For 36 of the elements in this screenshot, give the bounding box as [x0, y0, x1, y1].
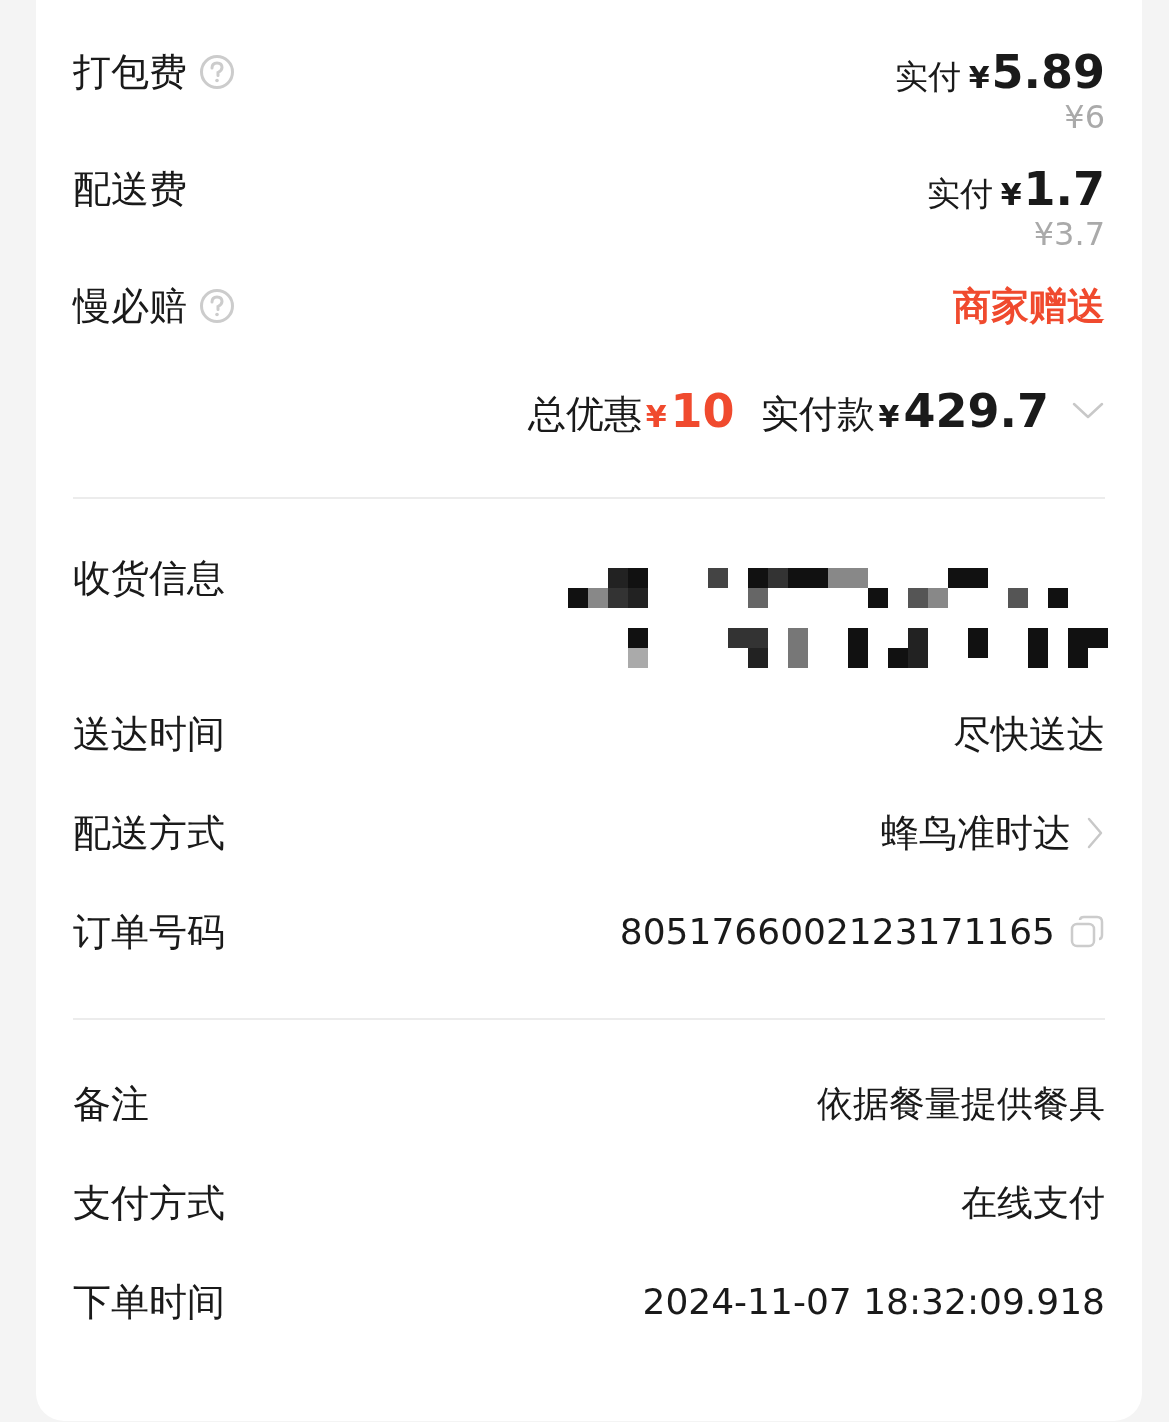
row-label: 慢必赔 [73, 282, 187, 330]
row-label: 下单时间 [73, 1279, 225, 1326]
total-paid-label: 实付款 [760, 391, 875, 438]
row-value: 尽快送达 [953, 711, 1105, 758]
paid-label: 实付 [894, 56, 961, 98]
row-label: 订单号码 [73, 909, 225, 956]
chevron-down-icon[interactable] [1071, 401, 1105, 421]
row-label: 支付方式 [73, 1180, 225, 1227]
help-icon[interactable] [199, 288, 235, 324]
original-price: ¥6 [1064, 99, 1105, 135]
total-paid-amount: 429.7 [903, 384, 1049, 438]
original-price: ¥3.7 [1033, 216, 1105, 252]
currency-sign: ¥ [645, 399, 667, 434]
row-value: 依据餐量提供餐具 [817, 1082, 1105, 1126]
row-label: 备注 [73, 1081, 149, 1128]
currency-sign: ¥ [878, 399, 900, 434]
chevron-right-icon[interactable] [1085, 815, 1105, 851]
discount-label: 总优惠 [527, 391, 642, 438]
paid-amount: 1.7 [1023, 162, 1105, 216]
row-value: 2024-11-07 18:32:09.918 [642, 1280, 1105, 1324]
row-label: 配送费 [73, 165, 187, 213]
currency-sign: ¥ [968, 60, 990, 95]
row-label: 打包费 [73, 48, 187, 96]
paid-label: 实付 [926, 173, 993, 215]
row-value: 8051766002123171165 [619, 910, 1055, 954]
row-value: 在线支付 [961, 1181, 1105, 1225]
help-icon[interactable] [199, 54, 235, 90]
row-value: 商家赠送 [953, 283, 1105, 330]
copy-icon[interactable] [1069, 914, 1105, 950]
row-label: 收货信息 [73, 555, 225, 602]
discount-amount: 10 [670, 384, 735, 438]
row-label: 送达时间 [73, 711, 225, 758]
currency-sign: ¥ [1000, 177, 1022, 212]
paid-amount: 5.89 [991, 45, 1105, 99]
row-label: 配送方式 [73, 810, 225, 857]
row-value[interactable]: 蜂鸟准时达 [881, 806, 1071, 860]
